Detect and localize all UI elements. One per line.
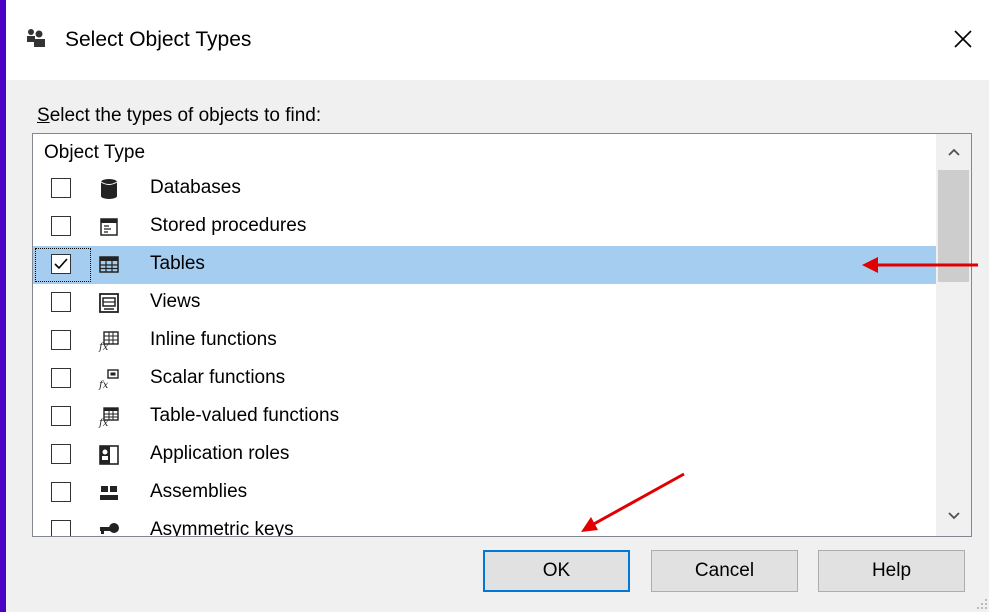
dialog-title: Select Object Types [65,28,252,51]
list-item[interactable]: fx Inline functions [33,322,936,360]
checkbox[interactable] [51,330,71,350]
stored-procedure-icon [100,218,118,236]
check-icon [54,258,68,270]
item-label: Table-valued functions [150,405,340,426]
table-valued-function-icon: fx [98,407,119,428]
checkbox[interactable] [51,178,71,198]
checkbox[interactable] [51,254,71,274]
svg-text:fx: fx [98,380,109,390]
item-label: Tables [150,253,205,274]
svg-text:fx: fx [98,342,109,352]
checkbox[interactable] [51,444,71,464]
item-label: Databases [150,177,241,198]
object-types-prompt: Select the types of objects to find: [37,104,321,128]
item-label: Application roles [150,443,290,464]
item-label: Assemblies [150,481,248,502]
checkbox[interactable] [51,482,71,502]
list-item[interactable]: Views [33,284,936,322]
checkbox[interactable] [51,406,71,426]
list-item[interactable]: Databases [33,170,936,208]
users-icon [27,29,45,47]
checkbox[interactable] [51,368,71,388]
scroll-down-button[interactable] [936,498,971,534]
item-label: Inline functions [150,329,277,350]
checkbox[interactable] [51,292,71,312]
item-label: Asymmetric keys [150,519,294,537]
object-types-list[interactable]: Object Type Databases Stored procedures … [32,133,972,537]
application-role-icon [99,445,119,465]
select-object-types-dialog: Select Object Types Select the types of … [6,0,989,612]
ok-button[interactable]: OK [483,550,630,592]
prompt-text: elect the types of objects to find: [49,105,322,126]
cancel-button[interactable]: Cancel [651,550,798,592]
list-item[interactable]: Tables [33,246,936,284]
chevron-down-icon [947,512,960,520]
table-icon [99,256,119,273]
list-item[interactable]: Application roles [33,436,936,474]
prompt-access-key: S [37,105,50,126]
list-item[interactable]: Assemblies [33,474,936,512]
item-label: Stored procedures [150,215,307,236]
list-item[interactable]: fx Table-valued functions [33,398,936,436]
chevron-up-icon [947,148,960,156]
scalar-function-icon: fx [98,369,119,390]
column-header-object-type[interactable]: Object Type [44,141,145,165]
scroll-thumb[interactable] [938,170,969,282]
item-label: Scalar functions [150,367,286,388]
scroll-up-button[interactable] [936,134,971,170]
close-icon [954,30,972,48]
database-icon [100,179,118,199]
svg-text:fx: fx [98,418,109,428]
assembly-icon [100,486,118,500]
checkbox[interactable] [51,520,71,536]
list-item[interactable]: fx Scalar functions [33,360,936,398]
close-button[interactable] [938,16,988,62]
vertical-scrollbar[interactable] [936,134,971,536]
item-label: Views [150,291,201,312]
help-button[interactable]: Help [818,550,965,592]
resize-grip-icon[interactable] [974,596,988,610]
view-icon [99,293,119,313]
inline-function-icon: fx [98,331,119,352]
list-item[interactable]: Asymmetric keys [33,512,936,537]
title-bar: Select Object Types [6,0,989,80]
list-item[interactable]: Stored procedures [33,208,936,246]
checkbox[interactable] [51,216,71,236]
asymmetric-key-icon [100,523,119,534]
